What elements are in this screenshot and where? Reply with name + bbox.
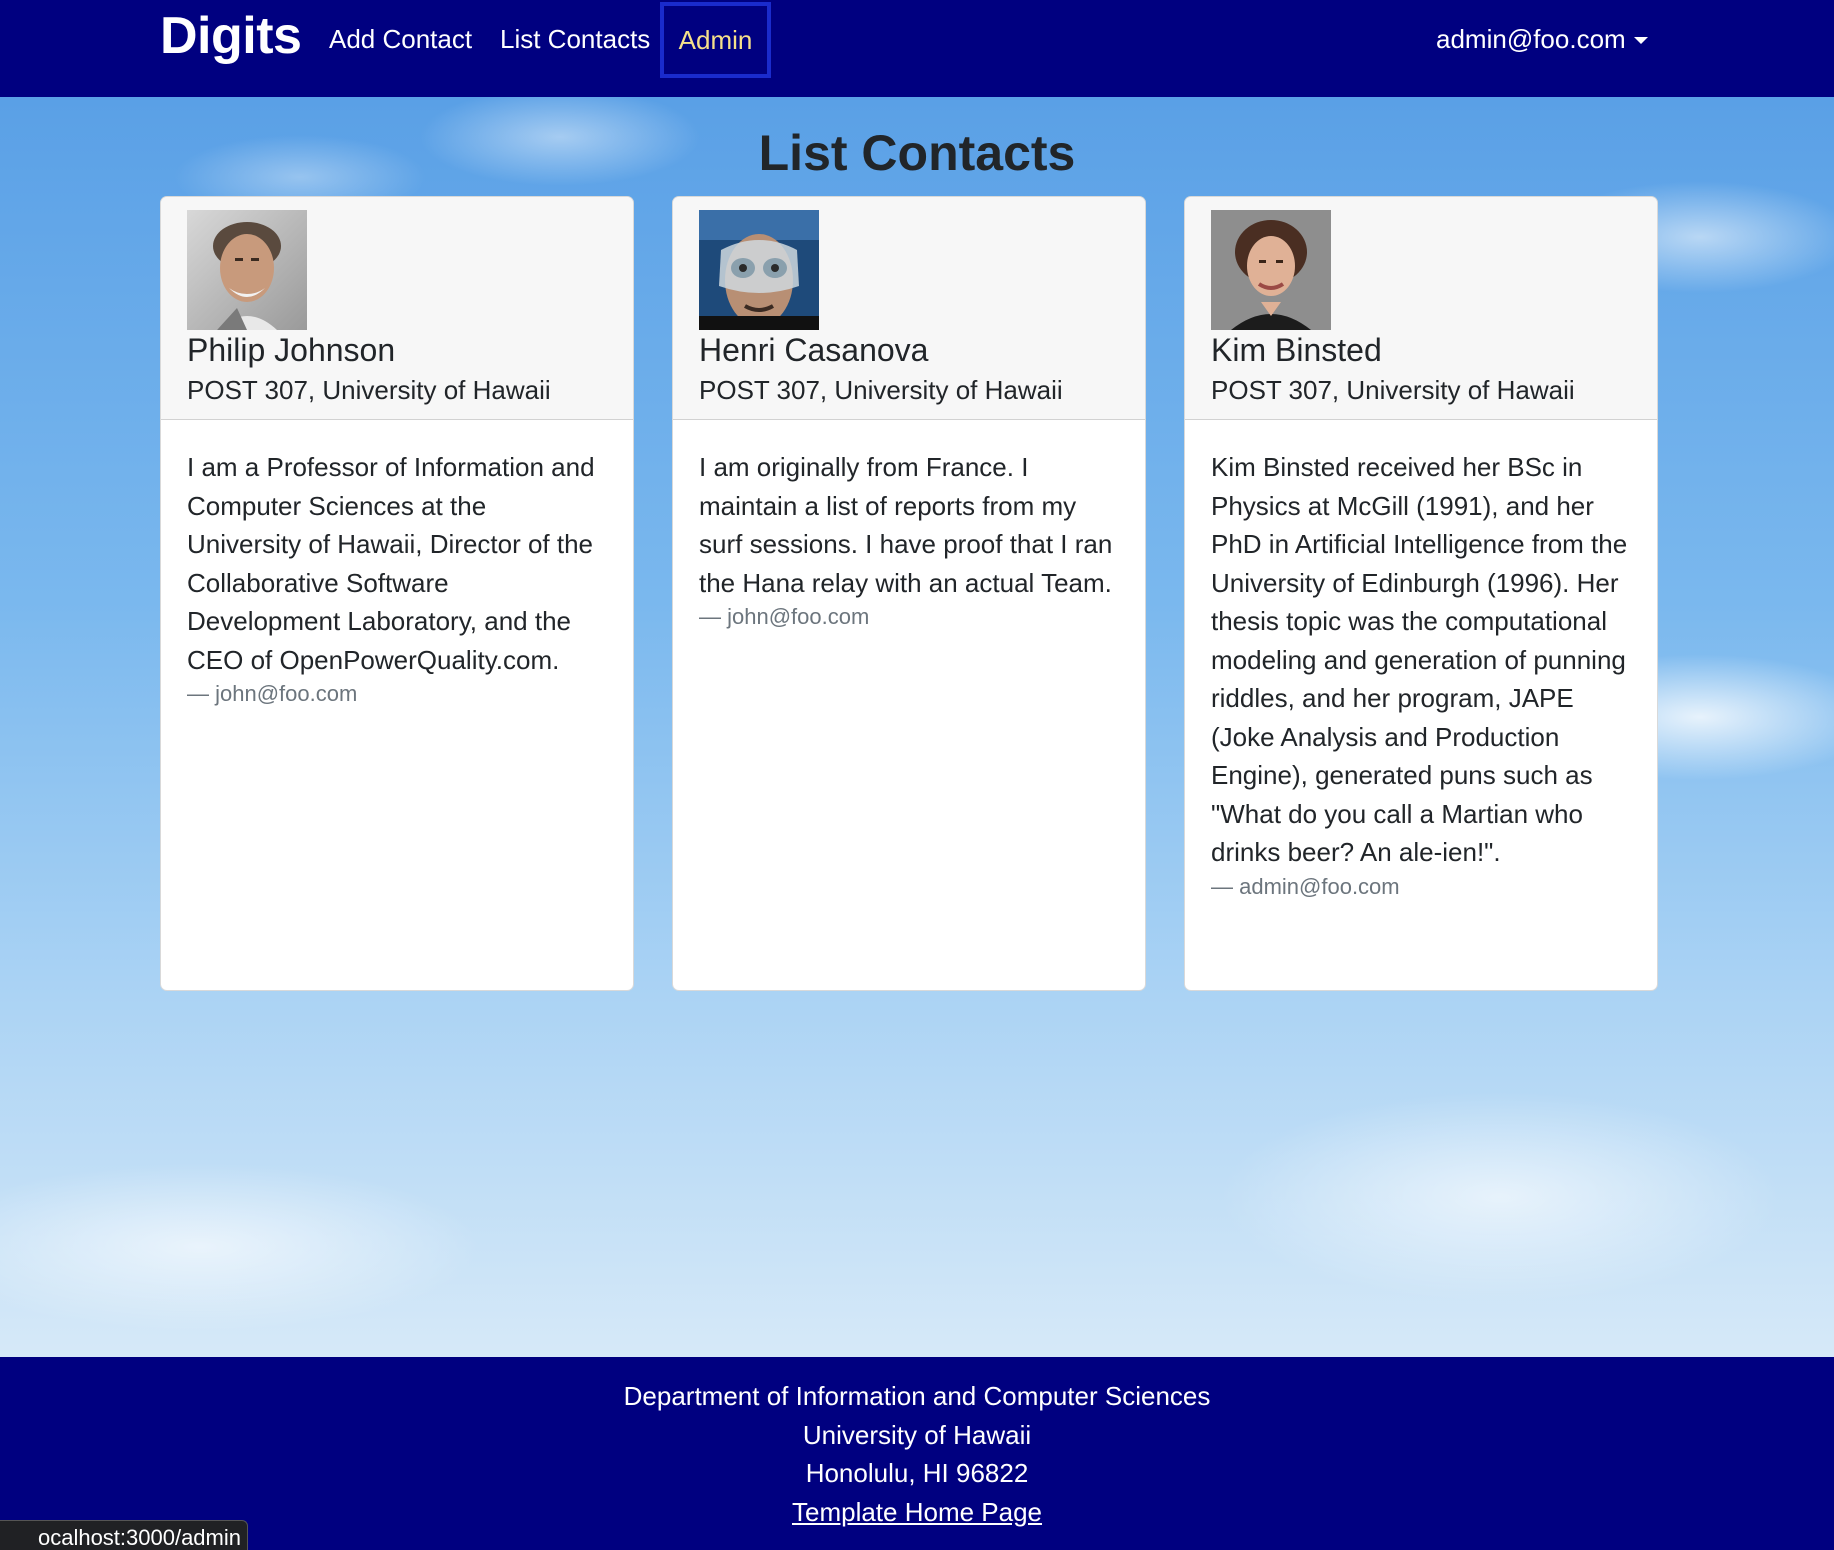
avatar-image [699, 210, 819, 330]
nav-list-contacts[interactable]: List Contacts [500, 24, 650, 55]
contact-name: Henri Casanova [699, 332, 929, 368]
contact-address: POST 307, University of Hawaii [1211, 375, 1575, 405]
contact-address: POST 307, University of Hawaii [187, 375, 551, 405]
card-body: I am originally from France. I maintain … [673, 420, 1145, 630]
contact-card: Philip Johnson POST 307, University of H… [160, 196, 634, 991]
card-header: Philip Johnson POST 307, University of H… [161, 197, 633, 420]
footer-city: Honolulu, HI 96822 [805, 1458, 1029, 1488]
footer-university: University of Hawaii [802, 1419, 1032, 1450]
contact-name: Philip Johnson [187, 332, 396, 368]
navbar: Digits Add Contact List Contacts Admin a… [0, 0, 1834, 97]
avatar [187, 210, 307, 330]
contact-card: Kim Binsted POST 307, University of Hawa… [1184, 196, 1658, 991]
contact-description: Kim Binsted received her BSc in Physics … [1211, 452, 1628, 867]
contact-address: POST 307, University of Hawaii [699, 375, 1063, 405]
contact-description: I am a Professor of Information and Comp… [187, 452, 595, 675]
avatar [699, 210, 819, 330]
card-body: I am a Professor of Information and Comp… [161, 420, 633, 707]
user-dropdown[interactable]: admin@foo.com [1436, 24, 1648, 55]
avatar-image [187, 210, 307, 330]
chevron-down-icon [1633, 37, 1648, 44]
card-body: Kim Binsted received her BSc in Physics … [1185, 420, 1657, 900]
template-home-link[interactable]: Template Home Page [792, 1497, 1042, 1527]
contact-owner: — john@foo.com [699, 604, 870, 629]
user-email: admin@foo.com [1436, 24, 1626, 54]
page-title: List Contacts [758, 125, 1076, 181]
status-bar-url: ocalhost:3000/admin [0, 1520, 248, 1550]
avatar [1211, 210, 1331, 330]
avatar-image [1211, 210, 1331, 330]
footer-department: Department of Information and Computer S… [623, 1381, 1211, 1411]
contact-name: Kim Binsted [1211, 332, 1382, 368]
contact-description: I am originally from France. I maintain … [699, 452, 1113, 598]
brand-logo[interactable]: Digits [160, 6, 302, 66]
contact-owner: — john@foo.com [187, 681, 358, 706]
nav-admin[interactable]: Admin [660, 2, 771, 78]
nav-add-contact[interactable]: Add Contact [329, 24, 472, 55]
card-header: Henri Casanova POST 307, University of H… [673, 197, 1145, 420]
footer: Department of Information and Computer S… [0, 1357, 1834, 1550]
contact-card: Henri Casanova POST 307, University of H… [672, 196, 1146, 991]
card-header: Kim Binsted POST 307, University of Hawa… [1185, 197, 1657, 420]
contact-owner: — admin@foo.com [1211, 873, 1400, 899]
